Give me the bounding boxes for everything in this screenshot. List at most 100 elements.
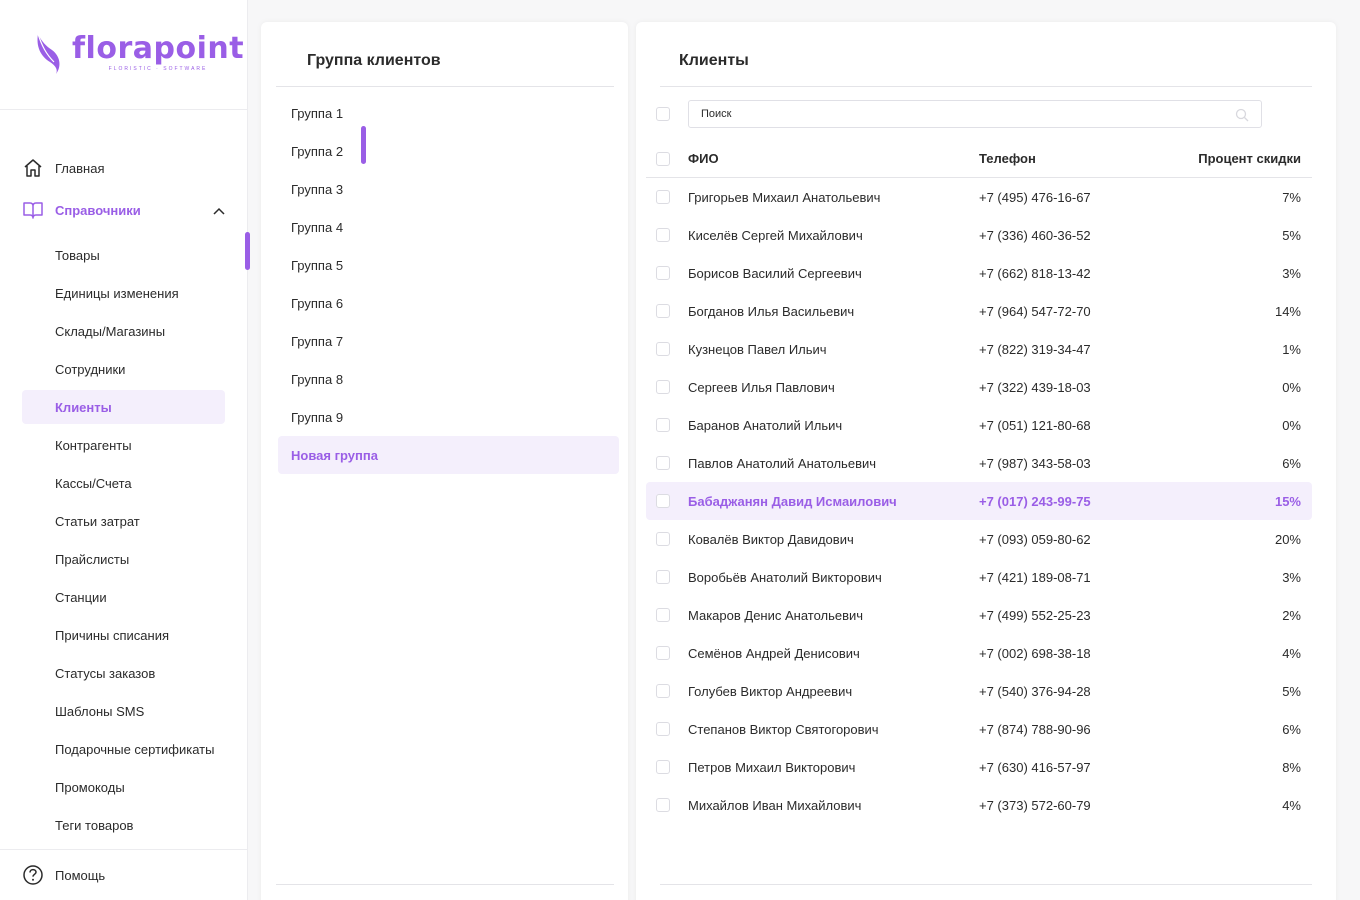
row-checkbox[interactable] (656, 190, 670, 204)
sidebar-subitem[interactable]: Сотрудники (22, 352, 225, 386)
search-row: Поиск (656, 100, 1312, 128)
search-placeholder: Поиск (701, 108, 732, 120)
sidebar-scrollbar[interactable] (245, 232, 250, 270)
sidebar-subitem[interactable]: Подарочные сертификаты (22, 732, 225, 766)
table-row[interactable]: Степанов Виктор Святогорович +7 (874) 788… (646, 710, 1312, 748)
client-phone: +7 (051) 121-80-68 (979, 417, 1091, 433)
select-all-checkbox[interactable] (656, 107, 670, 121)
table-row[interactable]: Киселёв Сергей Михайлович +7 (336) 460-36… (646, 216, 1312, 254)
row-checkbox[interactable] (656, 722, 670, 736)
row-checkbox[interactable] (656, 228, 670, 242)
client-discount: 6% (1282, 455, 1301, 471)
sidebar-subitem[interactable]: Статусы заказов (22, 656, 225, 690)
sidebar-subitem[interactable]: Контрагенты (22, 428, 225, 462)
client-name: Бабаджанян Давид Исмаилович (688, 493, 897, 509)
client-name: Голубев Виктор Андреевич (688, 683, 853, 699)
table-row[interactable]: Макаров Денис Анатольевич +7 (499) 552-25… (646, 596, 1312, 634)
clients-table: ФИО Телефон Процент скидки Григорьев Мих… (646, 140, 1312, 824)
sidebar-subitem[interactable]: Прайслисты (22, 542, 225, 576)
row-checkbox[interactable] (656, 494, 670, 508)
column-header-name[interactable]: ФИО (688, 151, 979, 166)
row-checkbox[interactable] (656, 456, 670, 470)
sidebar-subitem[interactable]: Причины списания (22, 618, 225, 652)
table-row[interactable]: Голубев Виктор Андреевич +7 (540) 376-94-… (646, 672, 1312, 710)
client-discount: 4% (1282, 645, 1301, 661)
client-discount: 3% (1282, 265, 1301, 281)
sidebar-subitem[interactable]: Промокоды (22, 770, 225, 804)
sidebar-item-main[interactable]: Главная (22, 154, 247, 182)
sidebar-subitem[interactable]: Единицы изменения (22, 276, 225, 310)
logo[interactable]: florapoint FLORISTIC · SOFTWARE (0, 0, 247, 110)
group-item[interactable]: Группа 2 (278, 132, 619, 170)
table-row[interactable]: Борисов Василий Сергеевич +7 (662) 818-13… (646, 254, 1312, 292)
group-item[interactable]: Группа 1 (278, 94, 619, 132)
row-checkbox[interactable] (656, 532, 670, 546)
group-item[interactable]: Группа 3 (278, 170, 619, 208)
client-phone: +7 (662) 818-13-42 (979, 265, 1091, 281)
row-checkbox[interactable] (656, 380, 670, 394)
row-checkbox[interactable] (656, 646, 670, 660)
client-discount: 5% (1282, 683, 1301, 699)
search-icon[interactable] (1235, 108, 1249, 122)
sidebar-subitem[interactable]: Товары (22, 238, 225, 272)
row-checkbox[interactable] (656, 608, 670, 622)
row-checkbox[interactable] (656, 684, 670, 698)
group-item[interactable]: Группа 9 (278, 398, 619, 436)
client-discount: 0% (1282, 417, 1301, 433)
table-row[interactable]: Ковалёв Виктор Давидович +7 (093) 059-80-… (646, 520, 1312, 558)
table-row[interactable]: Семёнов Андрей Денисович +7 (002) 698-38-… (646, 634, 1312, 672)
sidebar-subitem[interactable]: Шаблоны SMS (22, 694, 225, 728)
table-row[interactable]: Григорьев Михаил Анатольевич +7 (495) 476… (646, 178, 1312, 216)
help-link[interactable]: Помощь (0, 849, 248, 900)
group-item[interactable]: Группа 6 (278, 284, 619, 322)
groups-scrollbar[interactable] (361, 126, 366, 164)
sidebar-subitem[interactable]: Склады/Магазины (22, 314, 225, 348)
client-phone: +7 (093) 059-80-62 (979, 531, 1091, 547)
search-input[interactable]: Поиск (688, 100, 1262, 128)
sidebar-subitem[interactable]: Кассы/Счета (22, 466, 225, 500)
client-name: Киселёв Сергей Михайлович (688, 227, 863, 243)
table-row[interactable]: Сергеев Илья Павлович +7 (322) 439-18-03 0… (646, 368, 1312, 406)
table-row[interactable]: Павлов Анатолий Анатольевич +7 (987) 343-… (646, 444, 1312, 482)
row-checkbox[interactable] (656, 570, 670, 584)
group-item[interactable]: Группа 4 (278, 208, 619, 246)
client-phone: +7 (987) 343-58-03 (979, 455, 1091, 471)
group-item-new[interactable]: Новая группа (278, 436, 619, 474)
table-row[interactable]: Кузнецов Павел Ильич +7 (822) 319-34-47 1% (646, 330, 1312, 368)
group-item[interactable]: Группа 8 (278, 360, 619, 398)
chevron-up-icon[interactable] (213, 203, 225, 218)
row-checkbox[interactable] (656, 760, 670, 774)
row-checkbox[interactable] (656, 266, 670, 280)
group-list: Группа 1 Группа 2 Группа 3 Группа 4 Груп… (278, 94, 619, 474)
table-row[interactable]: Бабаджанян Давид Исмаилович +7 (017) 243-… (646, 482, 1312, 520)
group-item[interactable]: Группа 5 (278, 246, 619, 284)
sidebar-subitem[interactable]: Станции (22, 580, 225, 614)
divider (660, 86, 1312, 87)
client-phone: +7 (540) 376-94-28 (979, 683, 1091, 699)
sidebar-item-reference[interactable]: Справочники (22, 196, 247, 224)
client-discount: 8% (1282, 759, 1301, 775)
table-row[interactable]: Михайлов Иван Михайлович +7 (373) 572-60-… (646, 786, 1312, 824)
divider (276, 884, 614, 885)
table-row[interactable]: Петров Михаил Викторович +7 (630) 416-57-… (646, 748, 1312, 786)
client-phone: +7 (874) 788-90-96 (979, 721, 1091, 737)
sidebar: florapoint FLORISTIC · SOFTWARE Главная … (0, 0, 248, 900)
column-header-discount[interactable]: Процент скидки (1159, 151, 1312, 166)
table-row[interactable]: Богданов Илья Васильевич +7 (964) 547-72-… (646, 292, 1312, 330)
row-checkbox[interactable] (656, 304, 670, 318)
sidebar-subitem-clients[interactable]: Клиенты (22, 390, 225, 424)
table-row[interactable]: Баранов Анатолий Ильич +7 (051) 121-80-68… (646, 406, 1312, 444)
sidebar-subitem[interactable]: Теги товаров (22, 808, 225, 842)
brand-name: florapoint (72, 31, 245, 66)
row-checkbox[interactable] (656, 798, 670, 812)
column-header-phone[interactable]: Телефон (979, 151, 1159, 166)
client-name: Сергеев Илья Павлович (688, 379, 835, 395)
sidebar-subitem[interactable]: Статьи затрат (22, 504, 225, 538)
row-checkbox[interactable] (656, 418, 670, 432)
client-phone: +7 (373) 572-60-79 (979, 797, 1091, 813)
group-item[interactable]: Группа 7 (278, 322, 619, 360)
divider (276, 86, 614, 87)
row-checkbox[interactable] (656, 342, 670, 356)
header-checkbox[interactable] (656, 151, 670, 166)
table-row[interactable]: Воробьёв Анатолий Викторович +7 (421) 189… (646, 558, 1312, 596)
